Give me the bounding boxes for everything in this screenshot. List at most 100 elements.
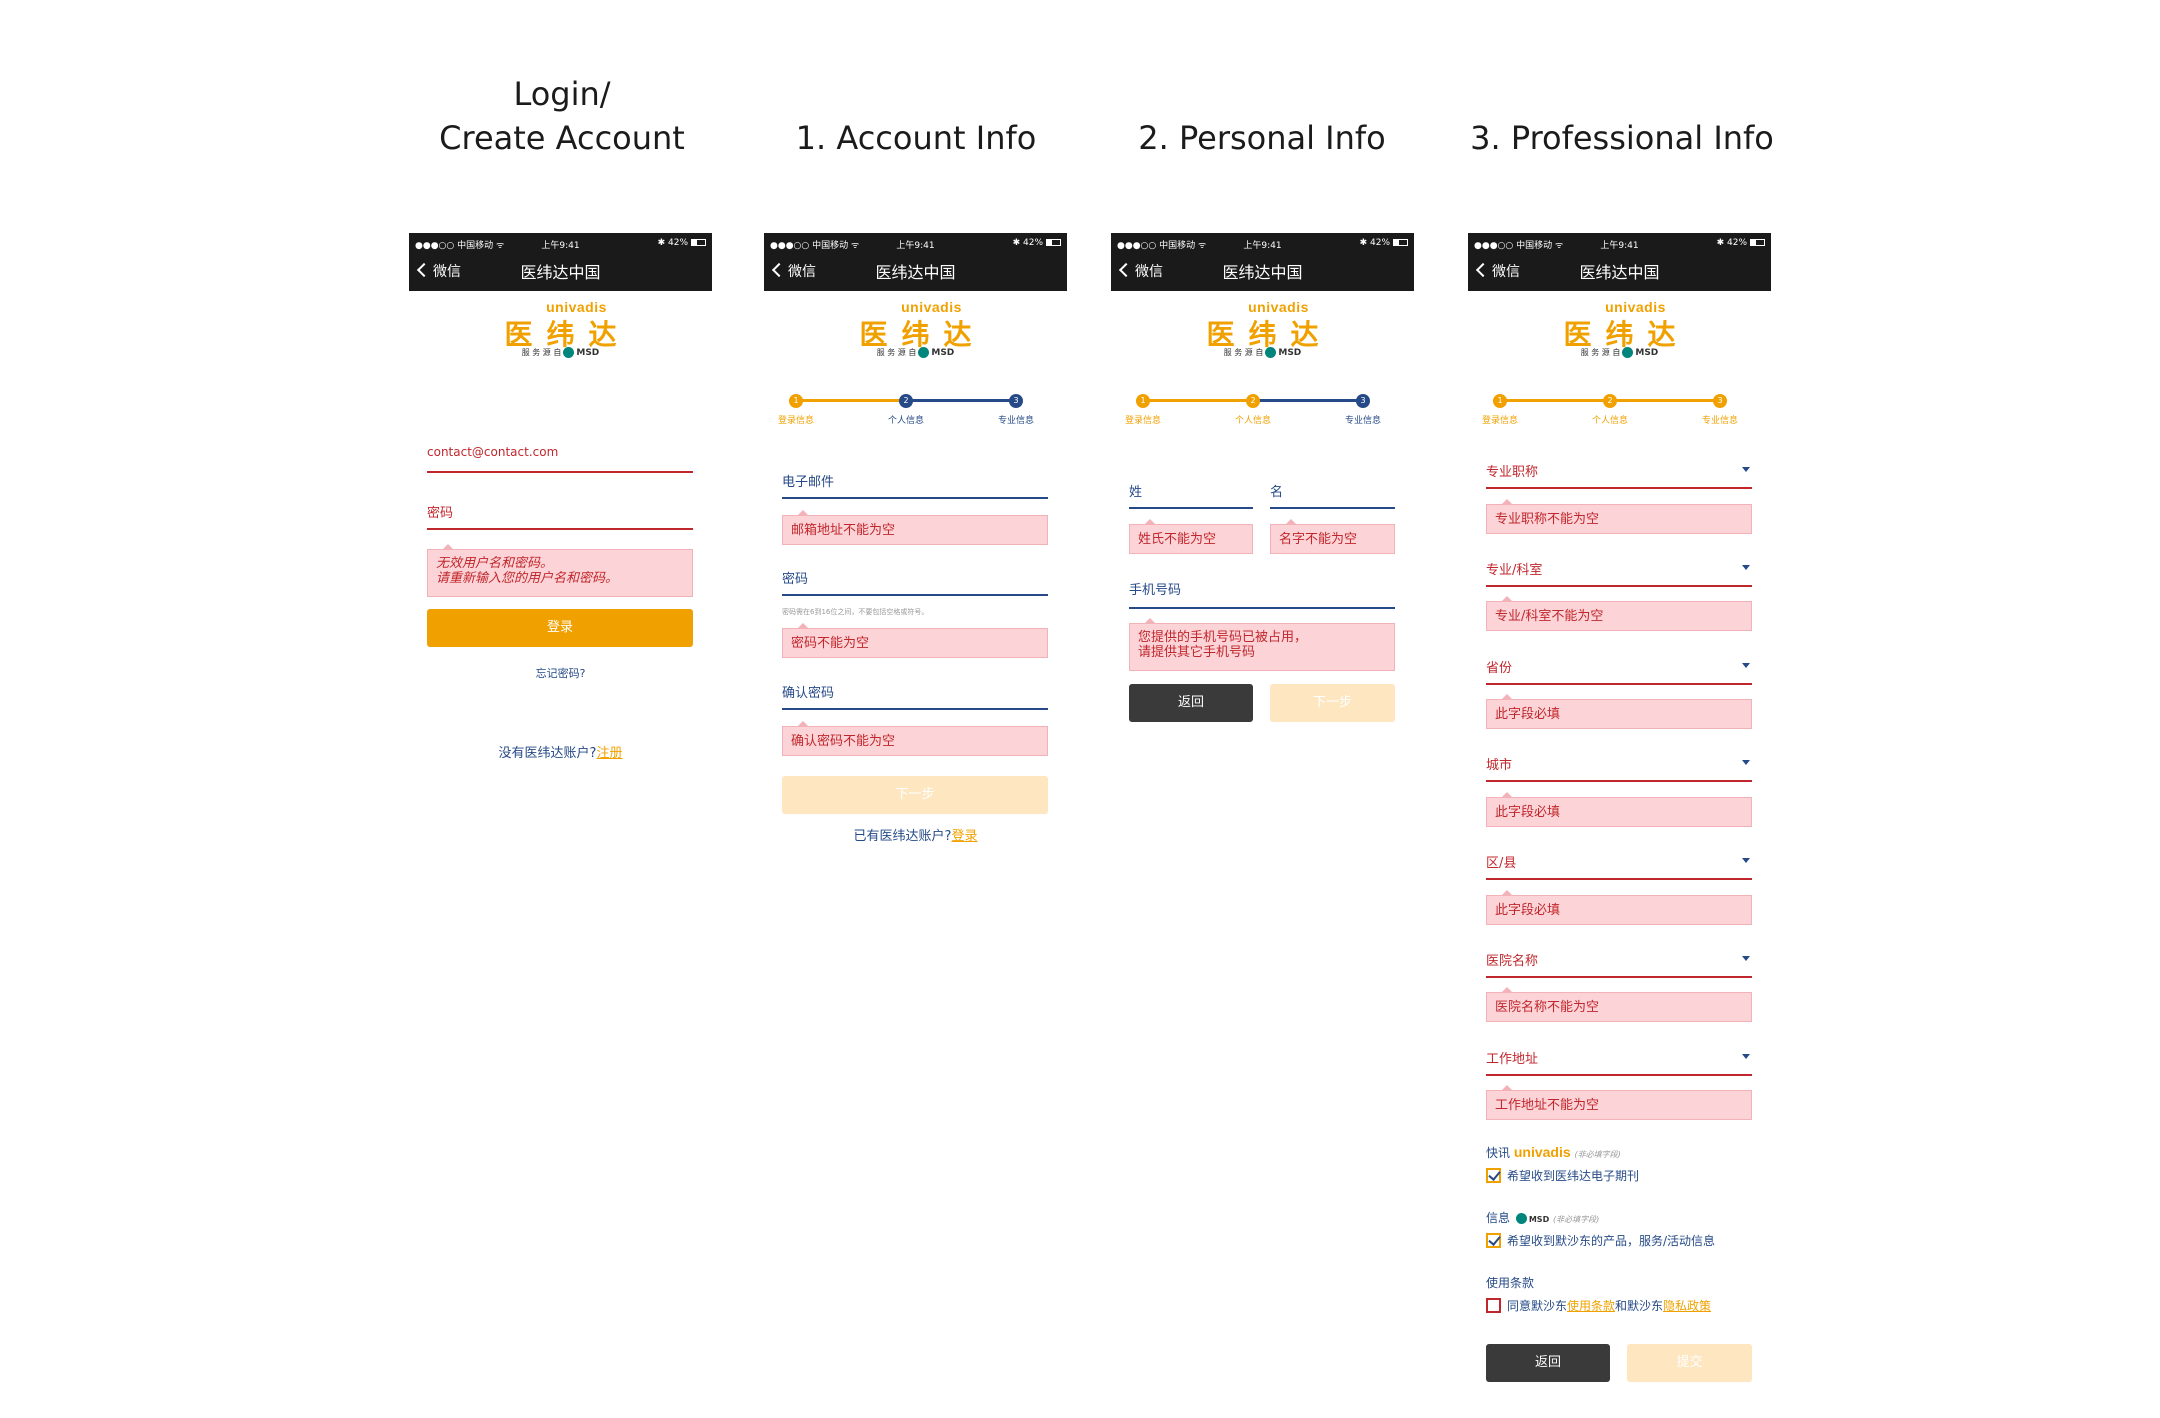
forgot-password-link[interactable]: 忘记密码? xyxy=(409,665,712,681)
news-label-row: 快讯 univadis (非必填字段) xyxy=(1486,1144,1621,1160)
back-step-button[interactable]: 返回 xyxy=(1129,684,1253,722)
province-error: 此字段必填 xyxy=(1486,694,1752,729)
univadis-small-logo: univadis xyxy=(1513,1144,1571,1160)
hospital-error: 医院名称不能为空 xyxy=(1486,987,1752,1022)
step-3-dot: 3 xyxy=(1356,394,1370,408)
title-personal: 2. Personal Info xyxy=(1138,119,1386,157)
step-2-dot: 2 xyxy=(899,394,913,408)
nav-title: 医纬达中国 xyxy=(875,263,956,282)
battery-icon xyxy=(1750,239,1765,246)
nav-title: 医纬达中国 xyxy=(1222,263,1303,282)
password-field[interactable]: 密码 xyxy=(782,568,1048,596)
battery-status: ✱ 42% xyxy=(1360,238,1408,248)
login-error: 无效用户名和密码。 请重新输入您的用户名和密码。 xyxy=(427,544,693,597)
terms-checkbox[interactable] xyxy=(1486,1298,1501,1313)
status-nav-bar: ●●●○○ 中国移动 ᯤ 上午9:41 ✱ 42% 微信 医纬达中国 xyxy=(1468,233,1771,291)
battery-status: ✱ 42% xyxy=(658,238,706,248)
phone-error: 您提供的手机号码已被占用， 请提供其它手机号码 xyxy=(1129,618,1395,671)
msd-icon xyxy=(563,347,575,358)
news-checkbox-row[interactable]: 希望收到医纬达电子期刊 xyxy=(1486,1167,1639,1184)
msd-icon xyxy=(1515,1213,1527,1224)
nav-title: 医纬达中国 xyxy=(1579,263,1660,282)
phone-login: ●●●○○ 中国移动 ᯤ 上午9:41 ✱ 42% 微信 医纬达中国 univa… xyxy=(409,233,712,813)
title-login-line2: Create Account xyxy=(439,119,685,157)
terms-label: 使用条款 xyxy=(1486,1276,1535,1290)
step-2-dot: 2 xyxy=(1603,394,1617,408)
univadis-logo: univadis 医纬达 服 务 源 自 MSD xyxy=(1563,299,1690,358)
step-3-label: 专业信息 xyxy=(1701,416,1738,426)
univadis-logo: univadis 医纬达 服 务 源 自 MSD xyxy=(859,299,986,358)
terms-of-use-link[interactable]: 使用条款 xyxy=(1567,1299,1615,1313)
info-checkbox-row[interactable]: 希望收到默沙东的产品，服务/活动信息 xyxy=(1486,1232,1715,1249)
news-checkbox[interactable] xyxy=(1486,1168,1501,1183)
back-step-button[interactable]: 返回 xyxy=(1486,1344,1610,1382)
phone-field[interactable]: 手机号码 xyxy=(1129,579,1395,609)
last-name-field[interactable]: 姓 xyxy=(1129,481,1253,509)
register-prompt: 没有医纬达账户?注册 xyxy=(498,746,623,761)
district-error: 此字段必填 xyxy=(1486,890,1752,925)
login-link[interactable]: 登录 xyxy=(951,829,977,844)
step-2-label: 个人信息 xyxy=(1234,416,1271,426)
district-select[interactable]: 区/县 xyxy=(1486,852,1752,880)
step-3-label: 专业信息 xyxy=(997,416,1034,426)
caret-down-icon xyxy=(1742,663,1750,668)
title-login: Login/ Create Account xyxy=(412,72,712,160)
password-hint: 密码需在6到16位之间，不要包括空格或符号。 xyxy=(782,608,929,616)
battery-icon xyxy=(691,239,706,246)
step-3-label: 专业信息 xyxy=(1344,416,1381,426)
city-select[interactable]: 城市 xyxy=(1486,754,1752,782)
city-error: 此字段必填 xyxy=(1486,792,1752,827)
status-nav-bar: ●●●○○ 中国移动 ᯤ 上午9:41 ✱ 42% 微信 医纬达中国 xyxy=(409,233,712,291)
msd-icon xyxy=(1622,347,1634,358)
title-select[interactable]: 专业职称 xyxy=(1486,461,1752,489)
battery-icon xyxy=(1046,239,1061,246)
email-field[interactable]: contact@contact.com xyxy=(427,445,693,473)
info-label-row: 信息 MSD (非必填字段) xyxy=(1486,1211,1600,1225)
phone-professional: ●●●○○ 中国移动 ᯤ 上午9:41 ✱ 42% 微信 医纬达中国 univa… xyxy=(1468,233,1771,1393)
next-button[interactable]: 下一步 xyxy=(782,776,1048,814)
step-1-label: 登录信息 xyxy=(1481,416,1518,426)
next-button[interactable]: 下一步 xyxy=(1270,684,1395,722)
status-nav-bar: ●●●○○ 中国移动 ᯤ 上午9:41 ✱ 42% 微信 医纬达中国 xyxy=(764,233,1067,291)
step-1-label: 登录信息 xyxy=(777,416,814,426)
email-error: 邮箱地址不能为空 xyxy=(782,510,1048,545)
caret-down-icon xyxy=(1742,760,1750,765)
register-link[interactable]: 注册 xyxy=(596,746,622,761)
department-select[interactable]: 专业/科室 xyxy=(1486,559,1752,587)
last-name-error: 姓氏不能为空 xyxy=(1129,519,1253,554)
step-progress: 1 2 3 登录信息 个人信息 专业信息 xyxy=(1125,391,1396,431)
step-1-label: 登录信息 xyxy=(1124,416,1161,426)
caret-down-icon xyxy=(1742,858,1750,863)
first-name-field[interactable]: 名 xyxy=(1270,481,1395,509)
step-1-dot: 1 xyxy=(1136,394,1150,408)
caret-down-icon xyxy=(1742,1054,1750,1059)
nav-title: 医纬达中国 xyxy=(520,263,601,282)
confirm-password-field[interactable]: 确认密码 xyxy=(782,682,1048,710)
work-address-select[interactable]: 工作地址 xyxy=(1486,1048,1752,1076)
step-2-dot: 2 xyxy=(1246,394,1260,408)
caret-down-icon xyxy=(1742,565,1750,570)
step-1-dot: 1 xyxy=(789,394,803,408)
hospital-select[interactable]: 医院名称 xyxy=(1486,950,1752,978)
info-checkbox[interactable] xyxy=(1486,1233,1501,1248)
battery-icon xyxy=(1393,239,1408,246)
status-nav-bar: ●●●○○ 中国移动 ᯤ 上午9:41 ✱ 42% 微信 医纬达中国 xyxy=(1111,233,1414,291)
privacy-policy-link[interactable]: 隐私政策 xyxy=(1663,1299,1711,1313)
step-1-dot: 1 xyxy=(1493,394,1507,408)
terms-checkbox-row[interactable]: 同意默沙东使用条款和默沙东隐私政策 xyxy=(1486,1297,1711,1314)
step-progress: 1 2 3 登录信息 个人信息 专业信息 xyxy=(1482,391,1753,431)
phone-personal: ●●●○○ 中国移动 ᯤ 上午9:41 ✱ 42% 微信 医纬达中国 univa… xyxy=(1111,233,1414,753)
first-name-error: 名字不能为空 xyxy=(1270,519,1395,554)
battery-status: ✱ 42% xyxy=(1717,238,1765,248)
title-login-line1: Login/ xyxy=(513,75,611,113)
password-field[interactable]: 密码 xyxy=(427,502,693,530)
title-professional: 3. Professional Info xyxy=(1470,119,1774,157)
step-progress: 1 2 3 登录信息 个人信息 专业信息 xyxy=(778,391,1049,431)
submit-button[interactable]: 提交 xyxy=(1627,1344,1752,1382)
univadis-logo: univadis 医纬达 服 务 源 自 MSD xyxy=(1206,299,1333,358)
battery-status: ✱ 42% xyxy=(1013,238,1061,248)
email-field[interactable]: 电子邮件 xyxy=(782,471,1048,499)
step-3-dot: 3 xyxy=(1009,394,1023,408)
login-button[interactable]: 登录 xyxy=(427,609,693,647)
province-select[interactable]: 省份 xyxy=(1486,657,1752,685)
